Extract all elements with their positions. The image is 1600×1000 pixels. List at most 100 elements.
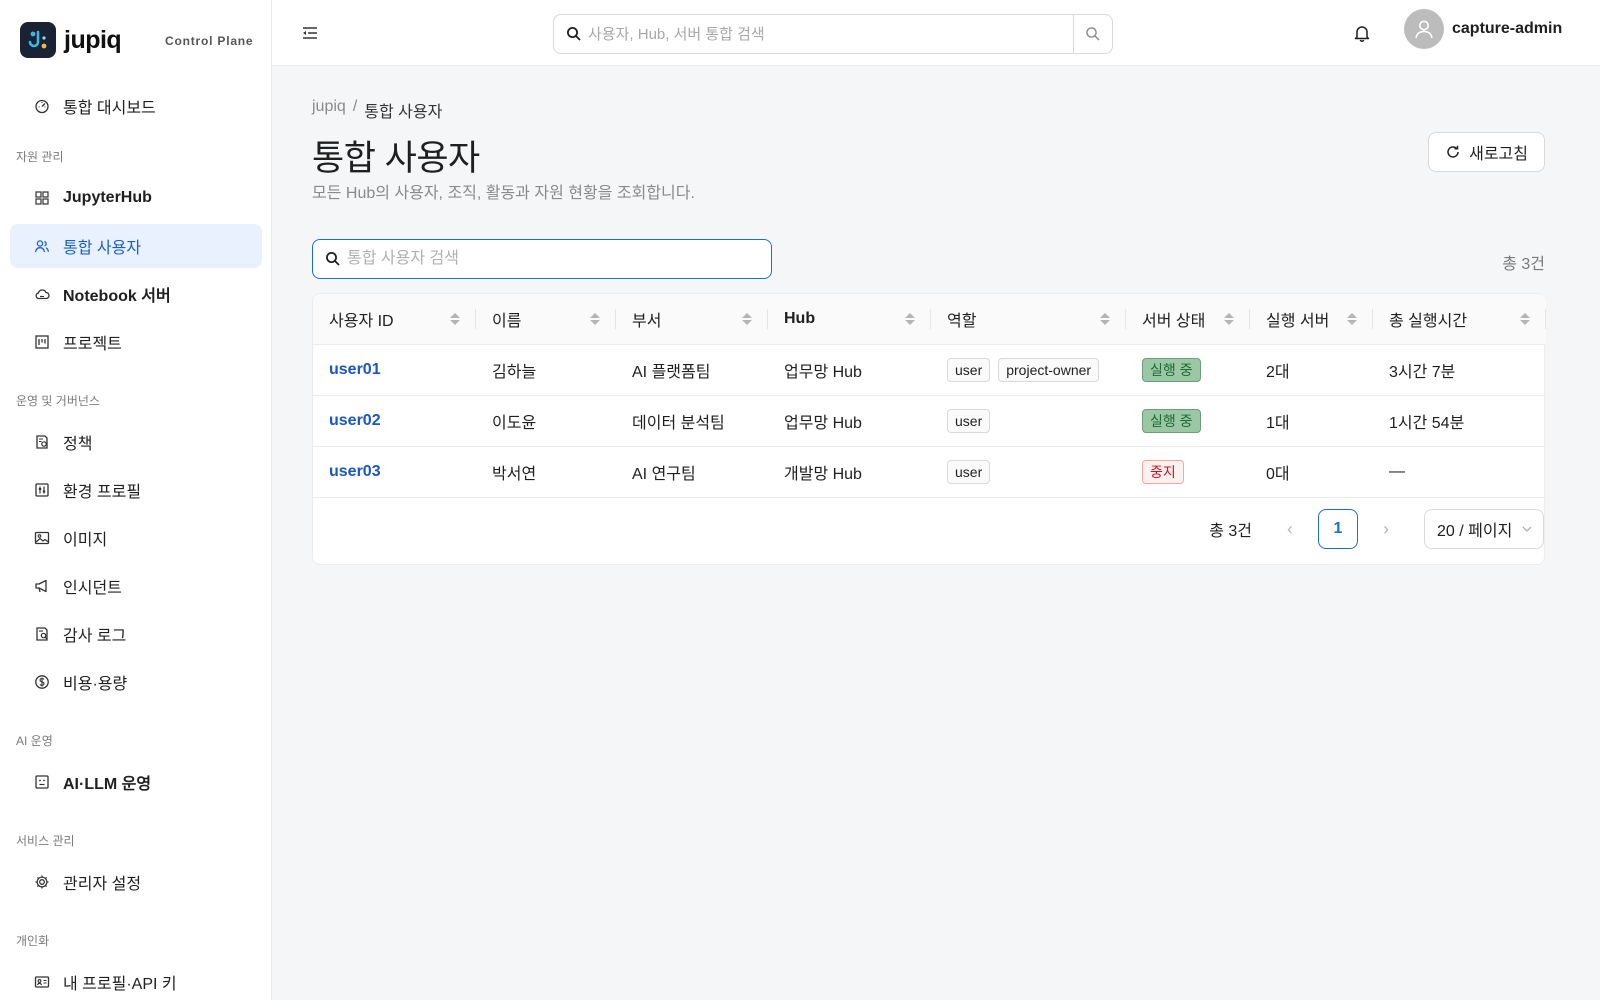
- col-label: 역할: [947, 312, 977, 330]
- sidebar-group-resources: 자원 관리: [16, 150, 64, 164]
- dashboard-icon: [34, 98, 50, 114]
- sidebar-item-images[interactable]: 이미지: [10, 516, 262, 560]
- users-table-card: 사용자 ID 이름 부서 Hub 역할 서버 상태 실행 서버 총 실행시간 u…: [312, 293, 1546, 565]
- page-size-select[interactable]: 20 / 페이지: [1424, 509, 1544, 549]
- sidebar-item-admin-settings[interactable]: 관리자 설정: [10, 860, 262, 904]
- cell-status: 실행 중: [1126, 344, 1250, 396]
- sidebar-item-label: 프로젝트: [63, 336, 122, 353]
- user-id-link[interactable]: user02: [329, 412, 381, 429]
- sort-icon[interactable]: [905, 312, 915, 325]
- breadcrumb-separator: /: [352, 98, 358, 115]
- sidebar-item-label: 정책: [63, 436, 93, 453]
- user-menu[interactable]: capture-admin: [1404, 9, 1562, 49]
- bell-icon[interactable]: [1352, 23, 1372, 43]
- refresh-label: 새로고침: [1469, 146, 1528, 163]
- col-label: 실행 서버: [1266, 312, 1330, 330]
- sidebar-item-notebook-servers[interactable]: Notebook 서버: [10, 272, 262, 316]
- col-user-id[interactable]: 사용자 ID: [313, 294, 476, 345]
- cell-servers: 1대: [1250, 395, 1373, 447]
- sidebar-item-ai-llm-ops[interactable]: AI·LLM 운영: [10, 760, 262, 804]
- sidebar-item-label: AI·LLM 운영: [63, 770, 151, 794]
- cell-name: 이도윤: [476, 395, 616, 447]
- breadcrumb-current: 통합 사용자: [364, 104, 443, 121]
- sidebar-item-incidents[interactable]: 인시던트: [10, 564, 262, 608]
- cell-name: 박서연: [476, 446, 616, 498]
- col-label: 총 실행시간: [1389, 312, 1468, 330]
- sidebar-item-jupyterhub[interactable]: JupyterHub: [10, 176, 262, 220]
- table-row[interactable]: user02 이도윤 데이터 분석팀 업무망 Hub user 실행 중 1대 …: [313, 395, 1546, 447]
- sort-icon[interactable]: [1347, 312, 1357, 325]
- col-name[interactable]: 이름: [476, 294, 616, 345]
- refresh-button[interactable]: 새로고침: [1428, 132, 1545, 172]
- col-label: 서버 상태: [1142, 312, 1206, 330]
- breadcrumb-root[interactable]: jupiq: [312, 98, 346, 122]
- cell-dept: 데이터 분석팀: [616, 395, 768, 447]
- col-hub[interactable]: Hub: [768, 294, 931, 345]
- table-row[interactable]: user01 김하늘 AI 플랫폼팀 업무망 Hub user project-o…: [313, 344, 1546, 396]
- user-search-input[interactable]: [341, 240, 771, 278]
- user-id-link[interactable]: user03: [329, 463, 381, 480]
- cell-roles: user project-owner: [931, 344, 1126, 396]
- col-roles[interactable]: 역할: [931, 294, 1126, 345]
- dollar-icon: [34, 674, 50, 690]
- users-icon: [34, 238, 50, 254]
- sidebar-item-label-bold: Notebook 서버: [63, 288, 171, 305]
- col-server-status[interactable]: 서버 상태: [1126, 294, 1250, 345]
- sort-icon[interactable]: [1224, 312, 1234, 325]
- sidebar-item-dashboard[interactable]: 통합 대시보드: [10, 84, 262, 128]
- col-dept[interactable]: 부서: [616, 294, 768, 345]
- sidebar-item-label: 이미지: [63, 532, 108, 549]
- sort-icon[interactable]: [1100, 312, 1110, 325]
- page-1-button[interactable]: 1: [1318, 509, 1358, 549]
- cell-dept: AI 연구팀: [616, 446, 768, 498]
- col-label: 이름: [492, 312, 522, 330]
- sidebar-item-unified-users[interactable]: 통합 사용자: [10, 224, 262, 268]
- pagination: 총 3건 ‹ 1 › 20 / 페이지: [1209, 509, 1544, 549]
- cell-name: 김하늘: [476, 344, 616, 396]
- user-id-link[interactable]: user01: [329, 361, 381, 378]
- sidebar-item-env-profiles[interactable]: 환경 프로필: [10, 468, 262, 512]
- avatar: [1404, 9, 1444, 49]
- sidebar-item-projects[interactable]: 프로젝트: [10, 320, 262, 364]
- sidebar-item-cost-capacity[interactable]: 비용·용량: [10, 660, 262, 704]
- brand-subtitle: Control Plane: [165, 34, 254, 48]
- audit-icon: [34, 626, 50, 642]
- menu-fold-icon[interactable]: [300, 23, 320, 43]
- role-tag: project-owner: [998, 357, 1100, 382]
- total-count: 총 3건: [1502, 256, 1545, 273]
- robot-icon: [34, 774, 50, 790]
- sidebar-item-policy[interactable]: 정책: [10, 420, 262, 464]
- table-row[interactable]: user03 박서연 AI 연구팀 개발망 Hub user 중지 0대 —: [313, 446, 1546, 498]
- brand-name: jupiq: [64, 25, 122, 54]
- sidebar-item-label: 내 프로필·API 키: [63, 976, 177, 993]
- page-description: 모든 Hub의 사용자, 조직, 활동과 자원 현황을 조회합니다.: [312, 185, 695, 202]
- next-page-button[interactable]: ›: [1370, 513, 1402, 545]
- sort-icon[interactable]: [742, 312, 752, 325]
- sidebar-item-label: 감사 로그: [63, 628, 127, 645]
- col-total-runtime[interactable]: 총 실행시간: [1373, 294, 1546, 345]
- sort-icon[interactable]: [450, 312, 460, 325]
- col-running-servers[interactable]: 실행 서버: [1250, 294, 1373, 345]
- global-search-input[interactable]: [582, 15, 1073, 53]
- sort-icon[interactable]: [1520, 312, 1530, 325]
- breadcrumb: jupiq / 통합 사용자: [312, 98, 442, 122]
- page-title: 통합 사용자: [312, 139, 480, 178]
- status-badge: 실행 중: [1142, 357, 1201, 382]
- sidebar-item-my-profile[interactable]: 내 프로필·API 키: [10, 960, 262, 1000]
- sidebar-item-audit-log[interactable]: 감사 로그: [10, 612, 262, 656]
- global-search-button[interactable]: [1073, 15, 1112, 53]
- cell-roles: user: [931, 395, 1126, 447]
- sidebar: jupiq Control Plane 통합 대시보드 자원 관리 Jupyte…: [0, 0, 272, 1000]
- col-label: 부서: [632, 312, 662, 330]
- megaphone-icon: [34, 578, 50, 594]
- prev-page-button[interactable]: ‹: [1274, 513, 1306, 545]
- cloud-icon: [34, 286, 50, 302]
- cell-servers: 0대: [1250, 446, 1373, 498]
- brand[interactable]: jupiq: [20, 22, 122, 58]
- global-search: [553, 14, 1113, 54]
- sidebar-group-ai-ops: AI 운영: [16, 734, 53, 748]
- cell-status: 중지: [1126, 446, 1250, 498]
- sort-icon[interactable]: [590, 312, 600, 325]
- table-header-row: 사용자 ID 이름 부서 Hub 역할 서버 상태 실행 서버 총 실행시간: [313, 294, 1546, 345]
- sidebar-group-personal: 개인화: [16, 934, 50, 948]
